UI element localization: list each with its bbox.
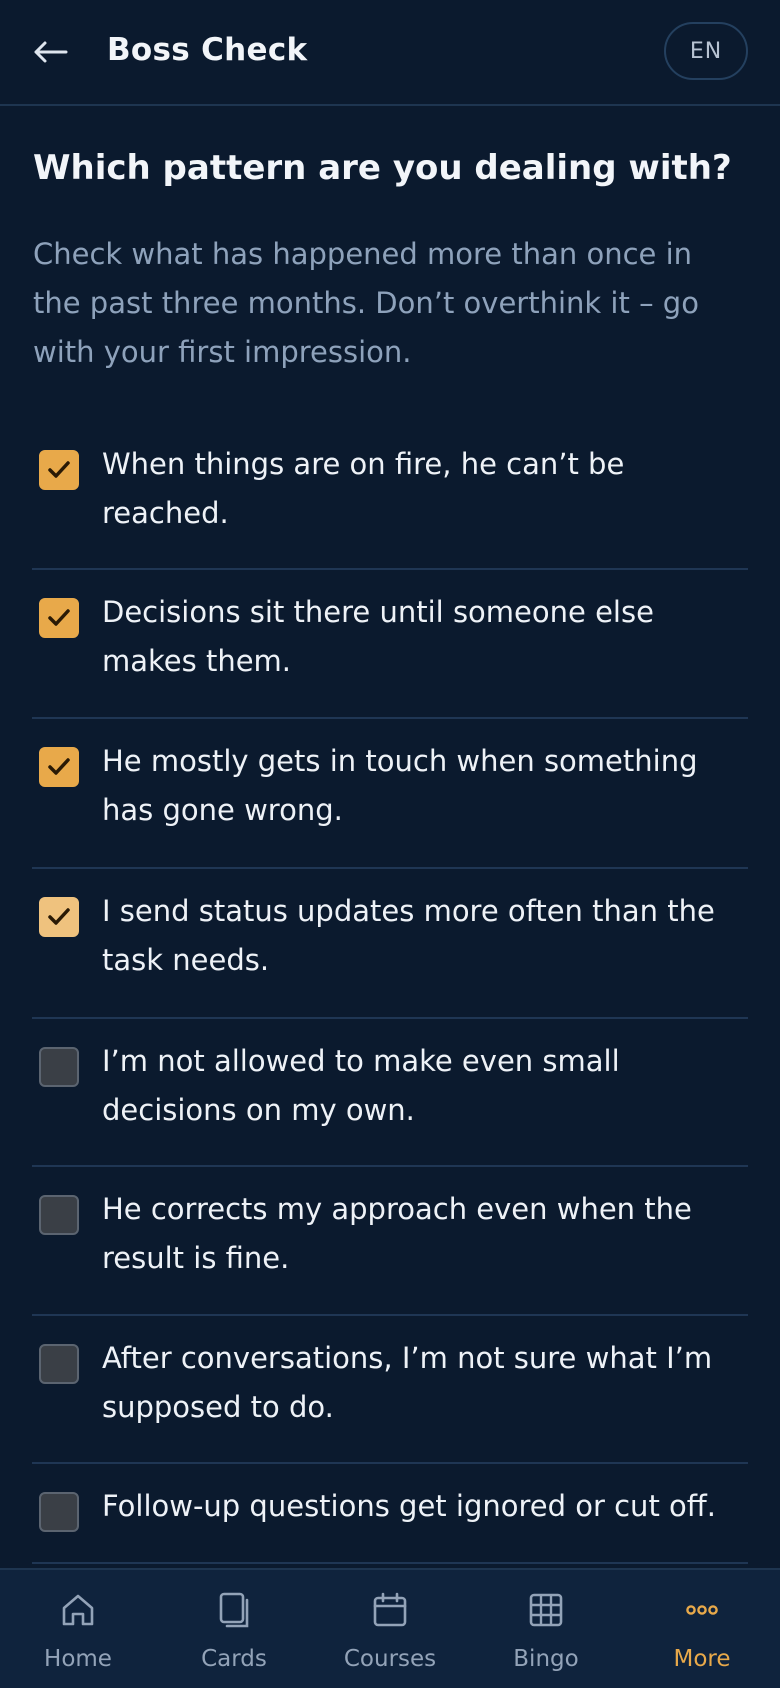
checklist-item-label: After conversations, I’m not sure what I… [102,1341,713,1424]
cards-icon [219,1592,249,1628]
checklist-item-label: I send status updates more often than th… [102,894,715,977]
checkbox[interactable] [39,1047,79,1087]
checklist-item-label: Decisions sit there until someone else m… [102,595,654,678]
tab-label: More [673,1646,731,1672]
checkbox[interactable] [39,897,79,937]
checklist-item[interactable]: Follow-up questions get ignored or cut o… [32,1464,748,1564]
checklist-item-label: When things are on fire, he can’t be rea… [102,447,625,530]
home-icon [62,1594,94,1626]
checklist-item-label: I’m not allowed to make even small decis… [102,1044,620,1127]
checkmark-icon [48,908,70,925]
tab-courses[interactable]: Courses [312,1570,468,1688]
checkbox[interactable] [39,598,79,638]
checklist-item[interactable]: I send status updates more often than th… [32,869,748,1019]
tab-label: Home [44,1646,112,1672]
tab-more[interactable]: More [624,1570,780,1688]
checkbox[interactable] [39,1492,79,1532]
checkbox[interactable] [39,450,79,490]
tab-label: Bingo [513,1646,579,1672]
more-dots-icon [686,1605,718,1615]
boss-check-screen: Boss Check EN Which pattern are you deal… [0,0,780,1688]
arrow-left-icon [34,41,68,63]
language-toggle-button[interactable]: EN [664,22,748,80]
checklist-item-label: He corrects my approach even when the re… [102,1192,692,1275]
checkmark-icon [48,461,70,478]
checkmark-icon [48,609,70,626]
tab-label: Courses [343,1646,437,1672]
page-title: Boss Check [107,32,308,68]
checkbox[interactable] [39,1195,79,1235]
checkmark-icon [48,758,70,775]
checklist-item[interactable]: Decisions sit there until someone else m… [32,570,748,719]
top-app-bar: Boss Check EN [0,0,780,106]
checkbox[interactable] [39,1344,79,1384]
checklist-item[interactable]: He corrects my approach even when the re… [32,1167,748,1316]
grid-icon [529,1593,563,1627]
tab-home[interactable]: Home [0,1570,156,1688]
checklist-item[interactable]: I’m not allowed to make even small decis… [32,1019,748,1167]
checklist-item-label: Follow-up questions get ignored or cut o… [102,1489,716,1523]
calendar-icon [373,1592,407,1627]
back-button[interactable] [28,30,72,74]
question-heading: Which pattern are you dealing with? [33,148,732,188]
checklist-item[interactable]: When things are on fire, he can’t be rea… [32,420,748,570]
checklist-item[interactable]: After conversations, I’m not sure what I… [32,1316,748,1464]
bottom-tab-bar: Home Cards Courses Bingo More [0,1568,780,1688]
pattern-checklist: When things are on fire, he can’t be rea… [32,420,748,1564]
tab-label: Cards [201,1646,267,1672]
checkbox[interactable] [39,747,79,787]
instructions-text: Check what has happened more than once i… [33,237,699,369]
tab-cards[interactable]: Cards [156,1570,312,1688]
checklist-item-label: He mostly gets in touch when something h… [102,744,698,827]
tab-bingo[interactable]: Bingo [468,1570,624,1688]
checklist-item[interactable]: He mostly gets in touch when something h… [32,719,748,869]
